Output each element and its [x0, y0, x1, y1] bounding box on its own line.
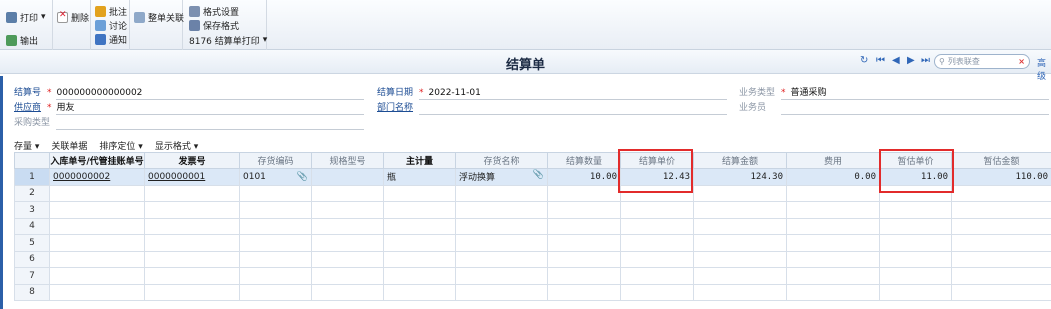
- column-header[interactable]: 入库单号/代管挂账单号: [49, 152, 145, 169]
- inventory-button[interactable]: 存量 ▾: [14, 139, 39, 152]
- supplier-field[interactable]: 供应商 * 用友: [14, 101, 364, 115]
- sort-button[interactable]: 排序定位 ▾: [99, 139, 142, 152]
- column-header[interactable]: 结算数量: [547, 152, 621, 169]
- header-form: 结算号 * 000000000000002 供应商 * 用友 采购类型 结算日期 * …: [0, 76, 1051, 134]
- toolbar-group-delete: 删除: [53, 0, 91, 50]
- quantity-cell[interactable]: 10.00: [547, 168, 621, 186]
- delete-button[interactable]: 删除: [57, 10, 89, 24]
- toolbar: 打印▾ 输出 删除 批注 讨论 通知 整单关联: [0, 0, 1051, 50]
- notify-icon: [95, 33, 106, 45]
- display-format-button[interactable]: 显示格式 ▾: [155, 139, 198, 152]
- fee-cell[interactable]: 0.00: [786, 168, 880, 186]
- table-row[interactable]: 3: [14, 201, 1051, 219]
- last-page-icon[interactable]: ⏭: [921, 55, 930, 66]
- attachment-icon: 📎: [296, 171, 308, 182]
- table-row[interactable]: 7: [14, 267, 1051, 285]
- table-row[interactable]: 5: [14, 234, 1051, 252]
- settlement-amount-cell[interactable]: 124.30: [693, 168, 787, 186]
- column-header[interactable]: 主计量: [383, 152, 456, 169]
- print-template-select[interactable]: 8176 结算单打印 ▾: [189, 33, 267, 47]
- link-icon: [134, 11, 145, 23]
- toolbar-group-collab: 批注 讨论 通知: [91, 0, 130, 50]
- annotate-button[interactable]: 批注: [95, 4, 127, 18]
- purchase-type-field[interactable]: 采购类型: [14, 116, 364, 130]
- estimated-amount-cell[interactable]: 110.00: [951, 168, 1051, 186]
- save-format-button[interactable]: 保存格式: [189, 18, 239, 32]
- format-settings-icon: [189, 5, 200, 17]
- refresh-icon[interactable]: ↻: [860, 55, 868, 66]
- settlement-date-field[interactable]: 结算日期 * 2022-11-01: [377, 86, 727, 100]
- clear-icon[interactable]: ×: [1018, 57, 1025, 66]
- first-page-icon[interactable]: ⏮: [876, 55, 885, 66]
- toolbar-group-link: 整单关联: [130, 0, 184, 50]
- notify-button[interactable]: 通知: [95, 32, 127, 46]
- discuss-icon: [95, 19, 106, 31]
- save-icon: [189, 19, 200, 31]
- row-number: 1: [14, 168, 50, 186]
- search-icon: ⚲: [939, 57, 945, 66]
- column-header[interactable]: 发票号: [144, 152, 240, 169]
- invoice-no-cell[interactable]: 0000000001: [144, 168, 240, 186]
- column-header: [14, 152, 50, 169]
- column-header[interactable]: 结算金额: [693, 152, 787, 169]
- column-header[interactable]: 暂估金额: [951, 152, 1051, 169]
- row-number: 5: [14, 234, 50, 252]
- row-number: 3: [14, 201, 50, 219]
- toolbar-group-format: 格式设置 保存格式 8176 结算单打印 ▾: [183, 0, 267, 50]
- salesperson-field[interactable]: 业务员: [739, 101, 1049, 115]
- discuss-button[interactable]: 讨论: [95, 18, 127, 32]
- whole-link-button[interactable]: 整单关联: [134, 10, 184, 24]
- row-number: 6: [14, 250, 50, 268]
- spec-cell[interactable]: [311, 168, 384, 186]
- table-row[interactable]: 6: [14, 250, 1051, 268]
- column-header[interactable]: 存货名称: [455, 152, 548, 169]
- printer-icon: [6, 11, 17, 23]
- row-number: 2: [14, 184, 50, 202]
- column-header[interactable]: 费用: [786, 152, 880, 169]
- prev-page-icon[interactable]: ◀: [892, 55, 900, 66]
- highlight-settlement-price: [618, 149, 693, 193]
- format-settings-button[interactable]: 格式设置: [189, 4, 239, 18]
- row-number: 8: [14, 283, 50, 301]
- export-button[interactable]: 输出: [6, 33, 38, 47]
- toolbar-group-output: 打印 ▾ 输出: [0, 0, 53, 50]
- inventory-code-cell[interactable]: 0101 📎: [239, 168, 312, 186]
- attachment-icon: 📎: [532, 170, 544, 181]
- unit-cell[interactable]: 瓶: [383, 168, 456, 186]
- search-input[interactable]: ⚲ 列表联查 ×: [934, 54, 1030, 69]
- next-page-icon[interactable]: ▶: [907, 55, 915, 66]
- highlight-estimated-price: [879, 149, 954, 193]
- delete-icon: [57, 10, 68, 23]
- column-header[interactable]: 规格型号: [311, 152, 384, 169]
- print-button[interactable]: 打印 ▾: [6, 10, 46, 24]
- business-type-field[interactable]: 业务类型 * 普通采购: [739, 86, 1049, 100]
- export-icon: [6, 34, 17, 46]
- row-number: 7: [14, 267, 50, 285]
- receipt-no-cell[interactable]: 0000000002: [49, 168, 145, 186]
- column-header[interactable]: 存货编码: [239, 152, 312, 169]
- table-row[interactable]: 4: [14, 217, 1051, 235]
- related-docs-button[interactable]: 关联单据: [51, 139, 87, 152]
- row-number: 4: [14, 217, 50, 235]
- annotate-icon: [95, 5, 106, 17]
- settlement-no-field[interactable]: 结算号 * 000000000000002: [14, 86, 364, 100]
- inventory-name-cell[interactable]: 浮动换算 📎: [455, 168, 548, 186]
- table-row[interactable]: 8: [14, 283, 1051, 301]
- department-field[interactable]: 部门名称: [377, 101, 727, 115]
- title-bar: 结算单 ↻ ⏮ ◀ ▶ ⏭ ⚲ 列表联查 × 高级: [0, 50, 1051, 82]
